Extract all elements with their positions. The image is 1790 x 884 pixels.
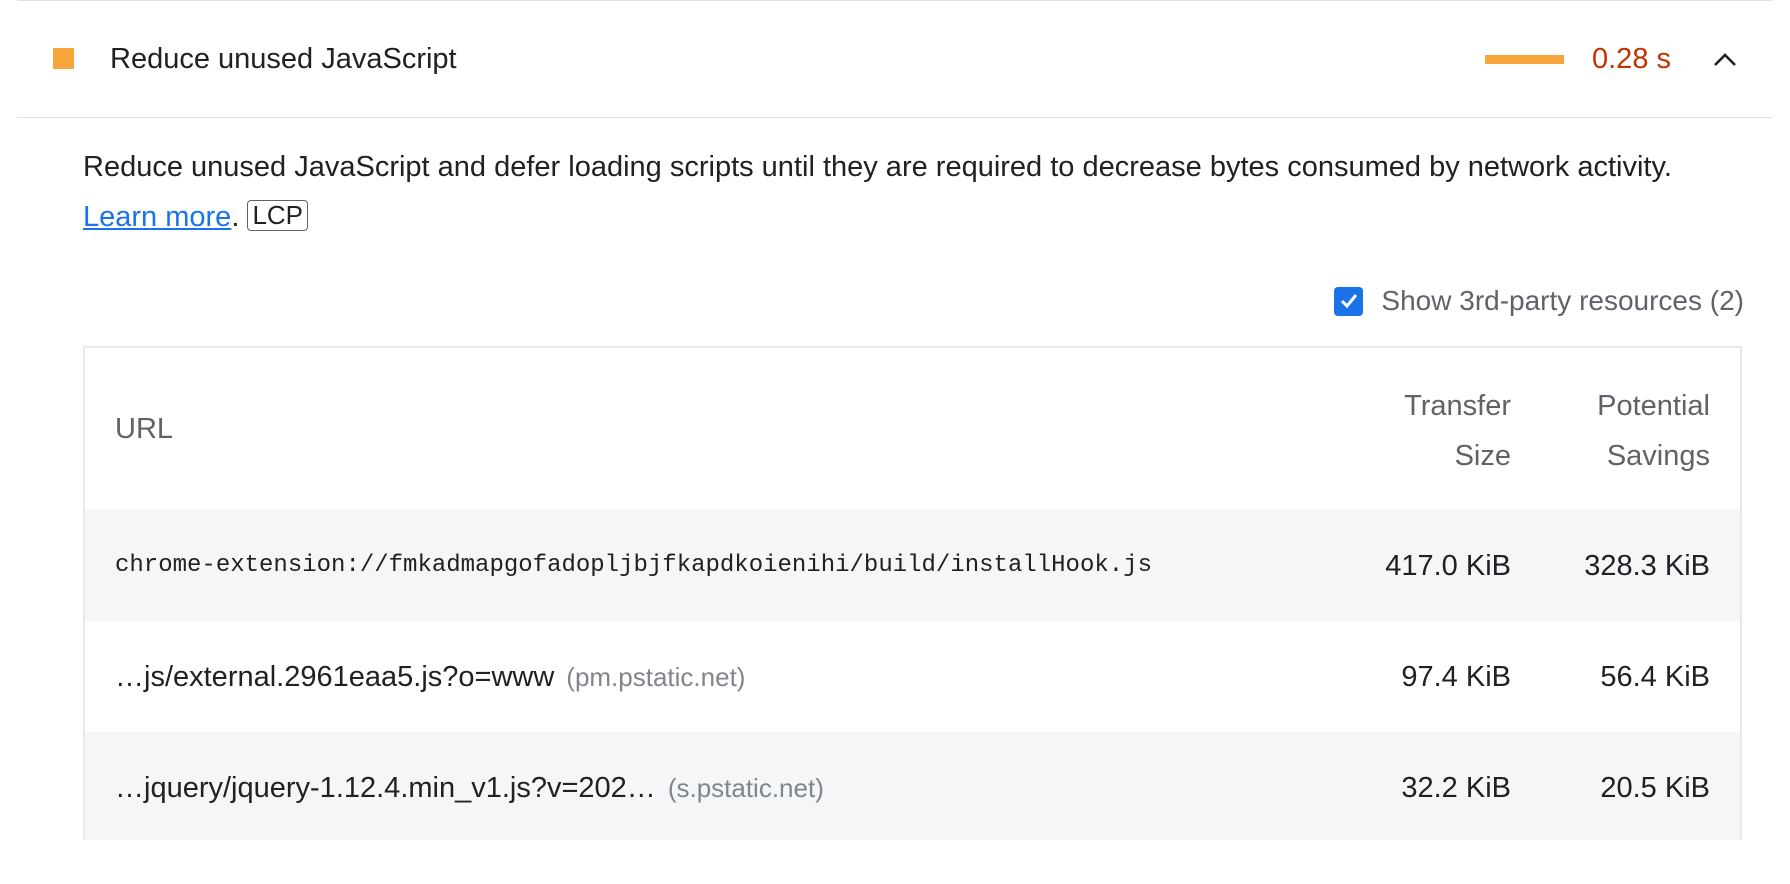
transfer-size-cell: 32.2 KiB: [1401, 772, 1511, 804]
transfer-size-cell: 97.4 KiB: [1401, 661, 1511, 693]
resource-url[interactable]: …jquery/jquery-1.12.4.min_v1.js?v=202…: [115, 772, 656, 804]
transfer-size-cell: 417.0 KiB: [1385, 550, 1511, 582]
transfer-header-line2: Size: [1454, 440, 1511, 472]
audit-description: Reduce unused JavaScript and defer loadi…: [83, 142, 1703, 242]
url-cell: …jquery/jquery-1.12.4.min_v1.js?v=202… (s…: [115, 768, 824, 808]
potential-savings-cell: 328.3 KiB: [1584, 550, 1710, 582]
table-row: …js/external.2961eaa5.js?o=www (pm.pstati…: [85, 621, 1740, 732]
transfer-header-line1: Transfer: [1404, 390, 1511, 422]
resource-url: chrome-extension://fmkadmapgofadopljbjfk…: [115, 552, 1152, 579]
resource-origin: (s.pstatic.net): [667, 773, 824, 803]
third-party-filter[interactable]: Show 3rd-party resources (2): [1334, 285, 1744, 317]
score-indicator-icon: [53, 48, 74, 69]
savings-header-line1: Potential: [1597, 390, 1710, 422]
learn-more-link[interactable]: Learn more: [83, 201, 231, 233]
resource-url[interactable]: …js/external.2961eaa5.js?o=www: [115, 661, 554, 693]
resources-table: URL Transfer Size Potential Savings chro…: [83, 346, 1742, 840]
potential-savings-cell: 20.5 KiB: [1600, 772, 1710, 804]
column-header-transfer-size: Transfer Size: [1371, 381, 1511, 481]
savings-header-line2: Savings: [1606, 440, 1710, 472]
savings-bar: [1485, 55, 1564, 64]
third-party-checkbox[interactable]: [1334, 286, 1364, 316]
resource-origin: (pm.pstatic.net): [566, 662, 746, 692]
description-period: .: [231, 201, 240, 233]
table-header: URL Transfer Size Potential Savings: [85, 348, 1740, 510]
url-cell: chrome-extension://fmkadmapgofadopljbjfk…: [115, 546, 1152, 586]
column-header-potential-savings: Potential Savings: [1550, 381, 1710, 481]
table-row: chrome-extension://fmkadmapgofadopljbjfk…: [85, 510, 1740, 621]
url-cell: …js/external.2961eaa5.js?o=www (pm.pstati…: [115, 657, 745, 697]
third-party-label: Show 3rd-party resources (2): [1381, 285, 1744, 316]
potential-savings-cell: 56.4 KiB: [1600, 661, 1710, 693]
checkmark-icon: [1340, 294, 1358, 309]
lcp-badge: LCP: [247, 200, 309, 231]
description-text: Reduce unused JavaScript and defer loadi…: [83, 151, 1672, 183]
table-row: …jquery/jquery-1.12.4.min_v1.js?v=202… (s…: [85, 732, 1740, 840]
audit-header[interactable]: Reduce unused JavaScript 0.28 s: [17, 1, 1773, 118]
chevron-up-icon[interactable]: [1711, 46, 1739, 74]
savings-value: 0.28 s: [1592, 43, 1671, 75]
audit-title: Reduce unused JavaScript: [110, 43, 457, 75]
column-header-url: URL: [115, 413, 174, 445]
